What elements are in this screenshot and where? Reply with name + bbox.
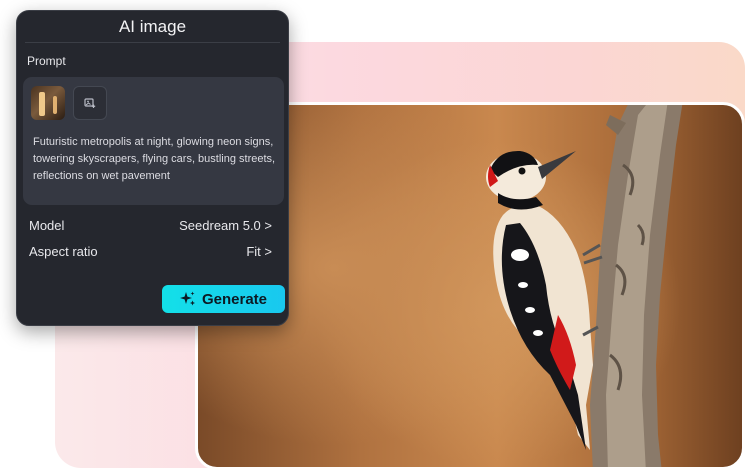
prompt-input-box[interactable]: Futuristic metropolis at night, glowing … <box>23 77 284 205</box>
aspect-ratio-value[interactable]: Fit > <box>246 244 272 259</box>
prompt-text[interactable]: Futuristic metropolis at night, glowing … <box>33 134 277 185</box>
reference-image-thumbnail[interactable] <box>31 86 65 120</box>
title-divider <box>25 42 280 43</box>
generate-button[interactable]: Generate <box>162 285 285 313</box>
aspect-ratio-selector[interactable]: Aspect ratio Fit > <box>29 242 272 260</box>
sparkle-icon <box>179 291 195 306</box>
model-value[interactable]: Seedream 5.0 > <box>179 218 272 233</box>
add-image-icon <box>84 98 96 108</box>
add-image-button[interactable] <box>73 86 107 120</box>
model-label: Model <box>29 217 65 233</box>
generate-label: Generate <box>201 290 268 308</box>
ai-image-panel: AI image Prompt Futuristic metropolis at… <box>16 10 289 326</box>
model-selector[interactable]: Model Seedream 5.0 > <box>29 216 272 234</box>
prompt-label: Prompt <box>27 54 66 68</box>
panel-title: AI image <box>118 17 187 36</box>
aspect-ratio-label: Aspect ratio <box>29 243 98 259</box>
